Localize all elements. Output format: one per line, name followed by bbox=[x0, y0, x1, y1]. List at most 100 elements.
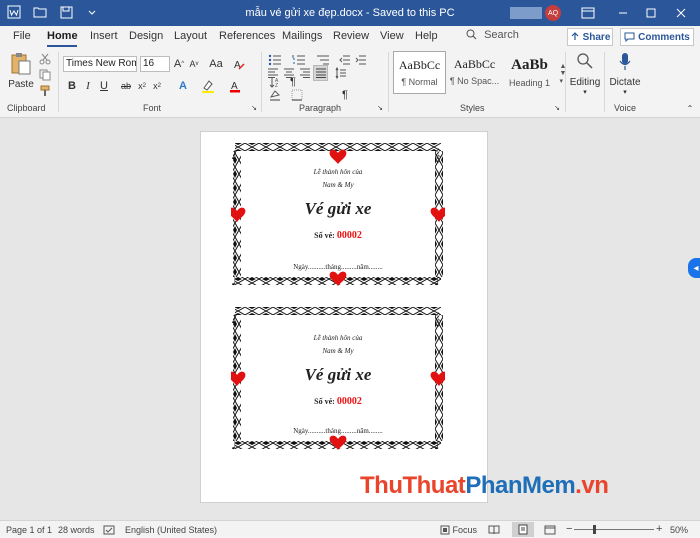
style-no-spacing[interactable]: AaBbCc ¶ No Spac... bbox=[448, 51, 501, 94]
line-spacing-icon[interactable] bbox=[334, 66, 348, 80]
font-size-select[interactable]: 16 bbox=[140, 56, 170, 72]
dictate-label: Dictate bbox=[609, 77, 641, 88]
tab-home[interactable]: Home bbox=[47, 30, 78, 42]
document-page[interactable]: ♩ 𝄞 ♩ ♪ Lễ thành hôn của Nam & My Vé gửi… bbox=[200, 131, 488, 503]
font-dialog-launcher-icon[interactable]: ↘ bbox=[250, 103, 258, 113]
increase-indent-icon[interactable] bbox=[354, 53, 368, 67]
document-canvas[interactable]: ♩ 𝄞 ♩ ♪ Lễ thành hôn của Nam & My Vé gửi… bbox=[0, 118, 700, 520]
format-painter-icon[interactable] bbox=[38, 84, 52, 98]
divider bbox=[565, 52, 566, 112]
subscript-icon[interactable]: x2 bbox=[136, 78, 148, 94]
read-mode-icon[interactable] bbox=[488, 525, 500, 537]
svg-text:♪: ♪ bbox=[434, 438, 442, 452]
share-button[interactable]: Share bbox=[567, 28, 613, 46]
tab-file[interactable]: File bbox=[13, 30, 31, 42]
ribbon-home: Paste Clipboard Times New Roman 16 A^ Av… bbox=[0, 48, 700, 118]
language-status[interactable]: English (United States) bbox=[125, 525, 217, 535]
paste-button[interactable]: Paste bbox=[8, 52, 34, 90]
decrease-indent-icon[interactable] bbox=[338, 53, 352, 67]
style-normal[interactable]: AaBbCc ¶ Normal bbox=[393, 51, 446, 94]
styles-group-label: Styles bbox=[460, 103, 485, 113]
strikethrough-icon[interactable]: ab bbox=[120, 78, 132, 94]
divider bbox=[388, 52, 389, 112]
search-label: Search bbox=[484, 29, 519, 41]
align-center-icon[interactable] bbox=[282, 66, 296, 80]
tab-insert[interactable]: Insert bbox=[90, 30, 118, 42]
underline-icon[interactable]: U bbox=[98, 78, 110, 94]
zoom-slider[interactable] bbox=[574, 529, 654, 530]
font-color-icon[interactable]: A bbox=[228, 78, 242, 94]
chevron-down-icon: ▾ bbox=[583, 89, 587, 96]
word-count[interactable]: 28 words bbox=[58, 525, 95, 535]
style-heading-1[interactable]: AaBb Heading 1 bbox=[503, 51, 556, 94]
focus-mode-button[interactable]: Focus bbox=[440, 525, 477, 535]
borders-icon[interactable] bbox=[290, 88, 304, 102]
ticket-couple-name: Nam & My bbox=[322, 181, 354, 189]
ticket-intro-line: Lễ thành hôn của bbox=[313, 334, 363, 342]
shading-icon[interactable] bbox=[268, 88, 282, 102]
parking-ticket: ♩ 𝄞 ♩ ♪ Lễ thành hôn của Nam & My Vé gửi… bbox=[231, 303, 445, 453]
tab-help[interactable]: Help bbox=[415, 30, 438, 42]
zoom-out-button[interactable]: − bbox=[566, 523, 572, 535]
watermark-part: .vn bbox=[575, 472, 609, 499]
zoom-level[interactable]: 50% bbox=[670, 525, 688, 535]
ticket-number-label: Số vé: bbox=[314, 231, 335, 240]
title-bar: mẫu vé gửi xe đẹp.docx - Saved to this P… bbox=[0, 0, 700, 26]
tab-references[interactable]: References bbox=[219, 30, 275, 42]
tab-mailings[interactable]: Mailings bbox=[282, 30, 322, 42]
font-family-select[interactable]: Times New Roman bbox=[63, 56, 137, 72]
copy-icon[interactable] bbox=[38, 68, 52, 82]
minimize-button[interactable] bbox=[614, 4, 632, 22]
web-layout-icon[interactable] bbox=[544, 525, 556, 537]
print-layout-icon[interactable] bbox=[512, 522, 534, 537]
ticket-number-label: Số vé: bbox=[314, 397, 335, 406]
ribbon-tabs: File Home Insert Design Layout Reference… bbox=[0, 26, 700, 48]
grow-font-icon[interactable]: A ^ bbox=[173, 56, 185, 72]
ticket-title: Vé gửi xe bbox=[304, 199, 372, 218]
maximize-button[interactable] bbox=[642, 4, 660, 22]
align-left-icon[interactable] bbox=[266, 66, 280, 80]
tab-review[interactable]: Review bbox=[333, 30, 369, 42]
change-case-icon[interactable]: Aa bbox=[208, 56, 224, 72]
styles-dialog-launcher-icon[interactable]: ↘ bbox=[553, 103, 561, 113]
superscript-icon[interactable]: x2 bbox=[151, 78, 163, 94]
page-count[interactable]: Page 1 of 1 bbox=[6, 525, 52, 535]
highlight-color-icon[interactable] bbox=[200, 78, 216, 94]
tab-design[interactable]: Design bbox=[129, 30, 163, 42]
tab-layout[interactable]: Layout bbox=[174, 30, 207, 42]
user-avatar[interactable]: AQ bbox=[545, 5, 561, 21]
justify-icon[interactable] bbox=[313, 65, 328, 81]
align-right-icon[interactable] bbox=[298, 66, 312, 80]
focus-icon bbox=[440, 525, 450, 535]
svg-text:♩: ♩ bbox=[231, 148, 237, 162]
paragraph-dialog-launcher-icon[interactable]: ↘ bbox=[376, 103, 384, 113]
clear-formatting-icon[interactable]: A bbox=[232, 56, 246, 72]
shrink-font-icon[interactable]: Av bbox=[188, 56, 200, 72]
collapse-ribbon-icon[interactable]: ⌃ bbox=[685, 103, 695, 113]
cut-icon[interactable] bbox=[38, 52, 52, 66]
tab-view[interactable]: View bbox=[380, 30, 404, 42]
share-icon bbox=[571, 32, 579, 40]
paragraph-marks-icon[interactable]: ¶ bbox=[338, 88, 352, 102]
close-button[interactable] bbox=[672, 4, 690, 22]
zoom-slider-thumb[interactable] bbox=[593, 525, 596, 534]
bold-icon[interactable]: B bbox=[66, 78, 78, 94]
share-label: Share bbox=[582, 31, 611, 43]
editing-label: Editing bbox=[569, 77, 601, 88]
zoom-in-button[interactable]: + bbox=[656, 523, 662, 535]
editing-button[interactable]: Editing ▾ bbox=[569, 52, 601, 96]
proofing-icon[interactable] bbox=[103, 525, 115, 537]
text-effects-icon[interactable]: A bbox=[176, 78, 190, 94]
comments-button[interactable]: Comments bbox=[620, 28, 694, 46]
font-group-label: Font bbox=[143, 103, 162, 113]
side-pane-toggle-icon[interactable]: ◂ bbox=[688, 258, 700, 278]
voice-group-label: Voice bbox=[614, 103, 637, 113]
ribbon-display-options-icon[interactable] bbox=[580, 5, 596, 21]
search-box[interactable]: Search bbox=[466, 29, 519, 41]
comments-label: Comments bbox=[638, 31, 690, 43]
italic-icon[interactable]: I bbox=[82, 78, 94, 94]
dictate-button[interactable]: Dictate ▾ bbox=[608, 52, 642, 96]
comment-icon bbox=[624, 32, 635, 42]
bullets-icon[interactable] bbox=[266, 53, 284, 67]
numbering-icon[interactable] bbox=[290, 53, 308, 67]
